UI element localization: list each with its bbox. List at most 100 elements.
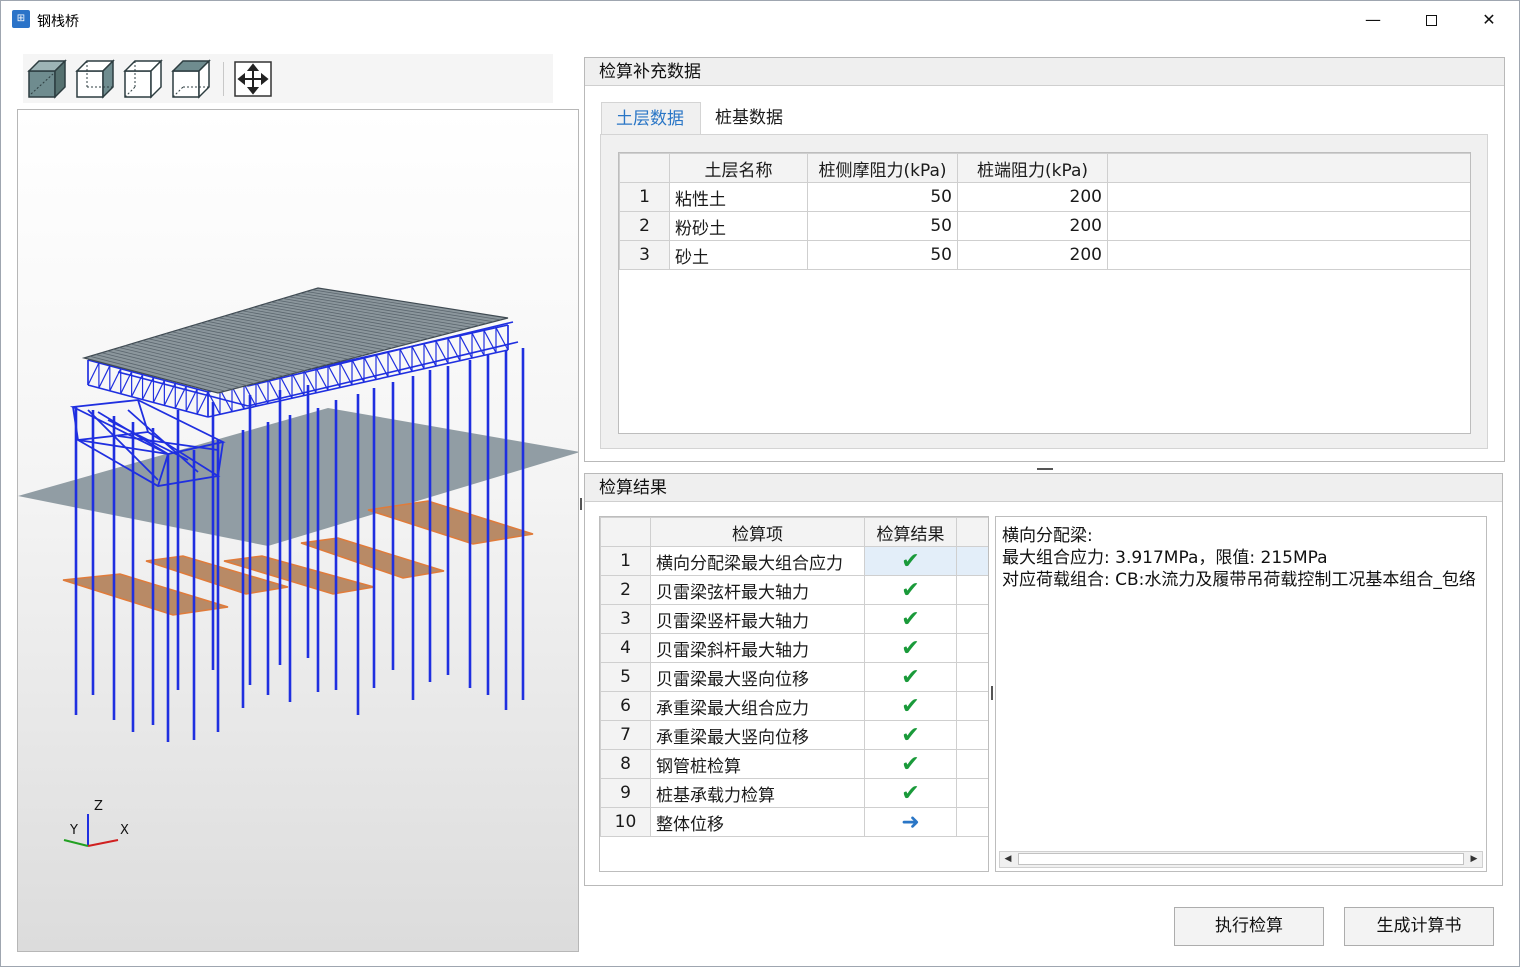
check-item-cell[interactable]: 贝雷梁弦杆最大轴力	[650, 575, 865, 605]
row-number: 3	[600, 604, 651, 634]
check-icon[interactable]: ✔	[864, 633, 957, 663]
table-row[interactable]: 8 钢管桩检算 ✔	[600, 749, 988, 779]
table-row[interactable]: 2 粉砂土 50 200	[619, 211, 1470, 241]
run-check-button[interactable]: 执行检算	[1174, 907, 1324, 946]
check-icon[interactable]: ✔	[864, 546, 957, 576]
view-cube-side-button[interactable]	[121, 58, 165, 100]
soil-name-cell[interactable]: 粉砂土	[669, 211, 808, 241]
supplement-panel-title: 检算补充数据	[585, 58, 1504, 86]
filler-cell	[956, 546, 988, 576]
arrow-right-icon[interactable]: ➜	[864, 807, 957, 837]
check-item-cell[interactable]: 贝雷梁竖杆最大轴力	[650, 604, 865, 634]
check-results-grid[interactable]: 检算项 检算结果 1 横向分配梁最大组合应力 ✔ 2 贝雷梁弦杆最大轴力 ✔ 3 贝雷梁竖杆最…	[599, 516, 989, 872]
scroll-right-icon[interactable]: ▶	[1466, 852, 1482, 867]
view-cube-solid-icon	[27, 59, 67, 99]
maximize-button[interactable]	[1402, 1, 1460, 39]
filler-cell	[1107, 182, 1470, 212]
col-soil-name[interactable]: 土层名称	[669, 153, 808, 183]
soil-name-cell[interactable]: 砂土	[669, 240, 808, 270]
view-cube-front-icon	[75, 59, 115, 99]
soil-layer-grid[interactable]: 土层名称 桩侧摩阻力(kPa) 桩端阻力(kPa) 1 粘性土 50 200 2	[618, 152, 1471, 434]
filler-cell	[956, 749, 988, 779]
toolbar-separator	[223, 62, 224, 96]
table-row[interactable]: 1 横向分配梁最大组合应力 ✔	[600, 546, 988, 576]
side-friction-cell[interactable]: 50	[807, 211, 958, 241]
end-resistance-cell[interactable]: 200	[957, 211, 1108, 241]
view-cube-solid-button[interactable]	[25, 58, 69, 100]
check-icon[interactable]: ✔	[864, 720, 957, 750]
check-icon[interactable]: ✔	[864, 604, 957, 634]
fit-view-button[interactable]	[231, 58, 275, 100]
steel-pipe-piles	[74, 348, 525, 742]
filler-cell	[956, 691, 988, 721]
check-icon[interactable]: ✔	[864, 691, 957, 721]
horizontal-splitter[interactable]	[1037, 468, 1053, 470]
table-row[interactable]: 2 贝雷梁弦杆最大轴力 ✔	[600, 575, 988, 605]
row-number: 5	[600, 662, 651, 692]
row-number-header	[619, 153, 670, 183]
minimize-button[interactable]: —	[1344, 1, 1402, 39]
fit-view-icon	[234, 61, 272, 97]
filler-cell	[956, 778, 988, 808]
close-button[interactable]: ✕	[1460, 1, 1518, 39]
row-number-header	[600, 517, 651, 547]
end-resistance-cell[interactable]: 200	[957, 182, 1108, 212]
check-item-cell[interactable]: 贝雷梁最大竖向位移	[650, 662, 865, 692]
table-row[interactable]: 10 整体位移 ➜	[600, 807, 988, 837]
title-bar: ⊞ 钢栈桥 — ✕	[1, 1, 1519, 39]
row-number: 2	[619, 211, 670, 241]
check-item-cell[interactable]: 桩基承载力检算	[650, 778, 865, 808]
check-icon[interactable]: ✔	[864, 749, 957, 779]
col-end-resistance[interactable]: 桩端阻力(kPa)	[957, 153, 1108, 183]
soil-name-cell[interactable]: 粘性土	[669, 182, 808, 212]
table-row[interactable]: 5 贝雷梁最大竖向位移 ✔	[600, 662, 988, 692]
table-row[interactable]: 1 粘性土 50 200	[619, 182, 1470, 212]
vertical-splitter[interactable]	[580, 498, 582, 510]
axis-y-label: Y	[69, 823, 78, 838]
filler-cell	[956, 604, 988, 634]
soil-grid-header: 土层名称 桩侧摩阻力(kPa) 桩端阻力(kPa)	[619, 153, 1470, 183]
side-friction-cell[interactable]: 50	[807, 240, 958, 270]
table-row[interactable]: 7 承重梁最大竖向位移 ✔	[600, 720, 988, 750]
check-item-cell[interactable]: 承重梁最大竖向位移	[650, 720, 865, 750]
check-item-cell[interactable]: 贝雷梁斜杆最大轴力	[650, 633, 865, 663]
axis-z-label: Z	[94, 799, 103, 814]
check-icon[interactable]: ✔	[864, 575, 957, 605]
check-results-panel: 检算结果 检算项 检算结果 1 横向分配梁最大组合应力 ✔ 2 贝雷梁弦杆最大轴力 ✔ 3 贝…	[584, 473, 1503, 886]
table-row[interactable]: 3 砂土 50 200	[619, 240, 1470, 270]
view-cube-front-button[interactable]	[73, 58, 117, 100]
table-row[interactable]: 3 贝雷梁竖杆最大轴力 ✔	[600, 604, 988, 634]
filler-header	[1107, 153, 1470, 183]
table-row[interactable]: 4 贝雷梁斜杆最大轴力 ✔	[600, 633, 988, 663]
check-item-cell[interactable]: 承重梁最大组合应力	[650, 691, 865, 721]
check-detail-box[interactable]: 横向分配梁: 最大组合应力: 3.917MPa，限值: 215MPa 对应荷载组…	[995, 516, 1487, 872]
check-item-cell[interactable]: 横向分配梁最大组合应力	[650, 546, 865, 576]
row-number: 7	[600, 720, 651, 750]
3d-viewport[interactable]: Z X Y	[17, 109, 579, 952]
view-cube-top-button[interactable]	[169, 58, 213, 100]
col-check-result[interactable]: 检算结果	[864, 517, 957, 547]
side-friction-cell[interactable]: 50	[807, 182, 958, 212]
axis-x-label: X	[120, 823, 129, 838]
scroll-left-icon[interactable]: ◀	[1000, 852, 1016, 867]
table-row[interactable]: 6 承重梁最大组合应力 ✔	[600, 691, 988, 721]
scroll-thumb[interactable]	[1018, 853, 1464, 865]
generate-report-button[interactable]: 生成计算书	[1344, 907, 1494, 946]
check-icon[interactable]: ✔	[864, 662, 957, 692]
col-check-item[interactable]: 检算项	[650, 517, 865, 547]
view-cube-top-icon	[171, 59, 211, 99]
detail-splitter[interactable]	[991, 686, 993, 700]
table-row[interactable]: 9 桩基承载力检算 ✔	[600, 778, 988, 808]
tab-pile-data[interactable]: 桩基数据	[701, 102, 801, 134]
end-resistance-cell[interactable]: 200	[957, 240, 1108, 270]
check-item-cell[interactable]: 整体位移	[650, 807, 865, 837]
row-number: 4	[600, 633, 651, 663]
filler-cell	[1107, 211, 1470, 241]
detail-horizontal-scrollbar[interactable]: ◀ ▶	[999, 851, 1483, 868]
filler-cell	[1107, 240, 1470, 270]
tab-soil-data[interactable]: 土层数据	[601, 102, 701, 134]
window-title: 钢栈桥	[37, 14, 79, 30]
check-item-cell[interactable]: 钢管桩检算	[650, 749, 865, 779]
check-icon[interactable]: ✔	[864, 778, 957, 808]
col-side-friction[interactable]: 桩侧摩阻力(kPa)	[807, 153, 958, 183]
